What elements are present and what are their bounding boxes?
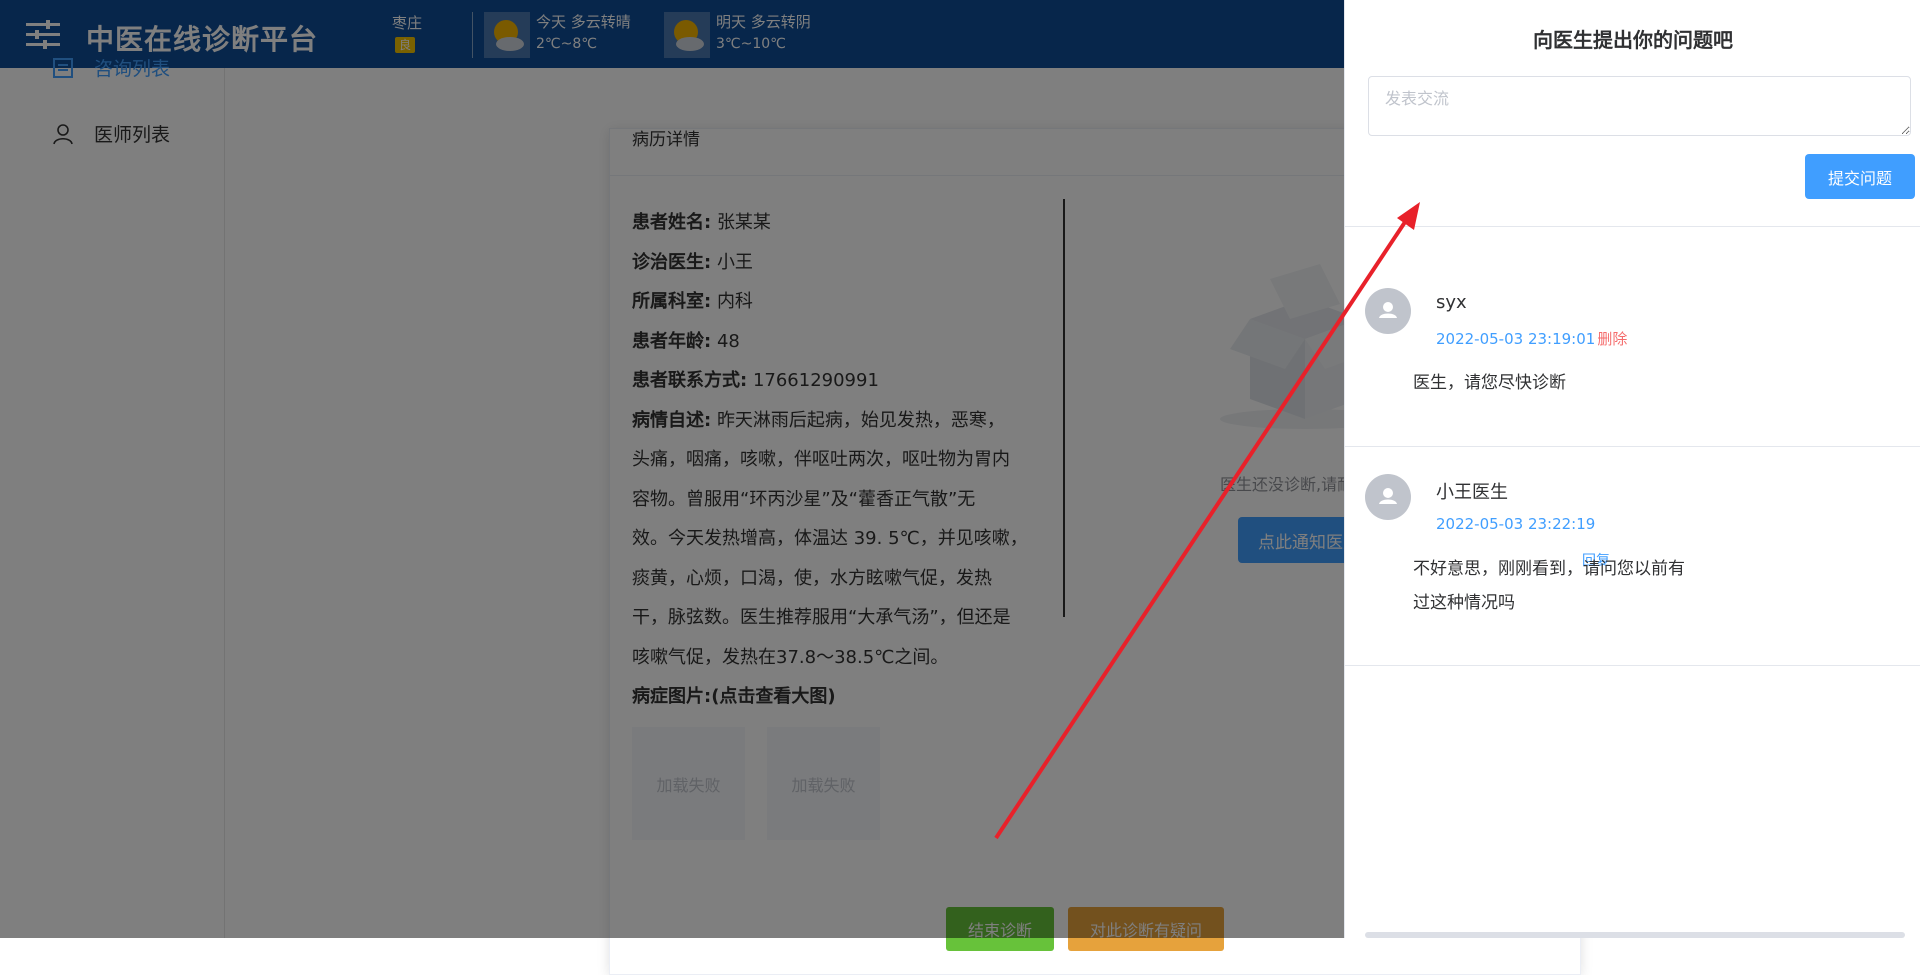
drawer-title: 向医生提出你的问题吧 [1533,28,1733,52]
user-avatar-icon [1379,488,1397,504]
question-drawer: 向医生提出你的问题吧 提交问题 syx 2022-05-03 23:19:01删… [1344,0,1920,938]
comment-time: 2022-05-03 23:19:01 删除 [1436,330,1628,348]
comment-time: 2022-05-03 23:22:19 [1436,515,1596,533]
comment-author: syx [1436,292,1467,313]
comment-author: 小王医生 [1436,482,1508,503]
avatar [1365,474,1411,520]
comment-text: 医生，请您尽快诊断 [1413,373,1566,393]
user-avatar-icon [1379,302,1397,318]
horizontal-scrollbar[interactable] [1365,932,1905,938]
divider [1345,665,1920,666]
drawer-overlay[interactable] [0,0,1344,938]
question-input[interactable] [1368,76,1911,136]
comment-text: 不好意思，刚刚看到，请问您以前有 过这种情况吗 [1413,559,1685,613]
divider [1345,446,1920,447]
delete-comment-link[interactable]: 删除 [1597,330,1627,348]
submit-question-button[interactable]: 提交问题 [1805,154,1915,199]
avatar [1365,288,1411,334]
divider [1345,226,1920,227]
